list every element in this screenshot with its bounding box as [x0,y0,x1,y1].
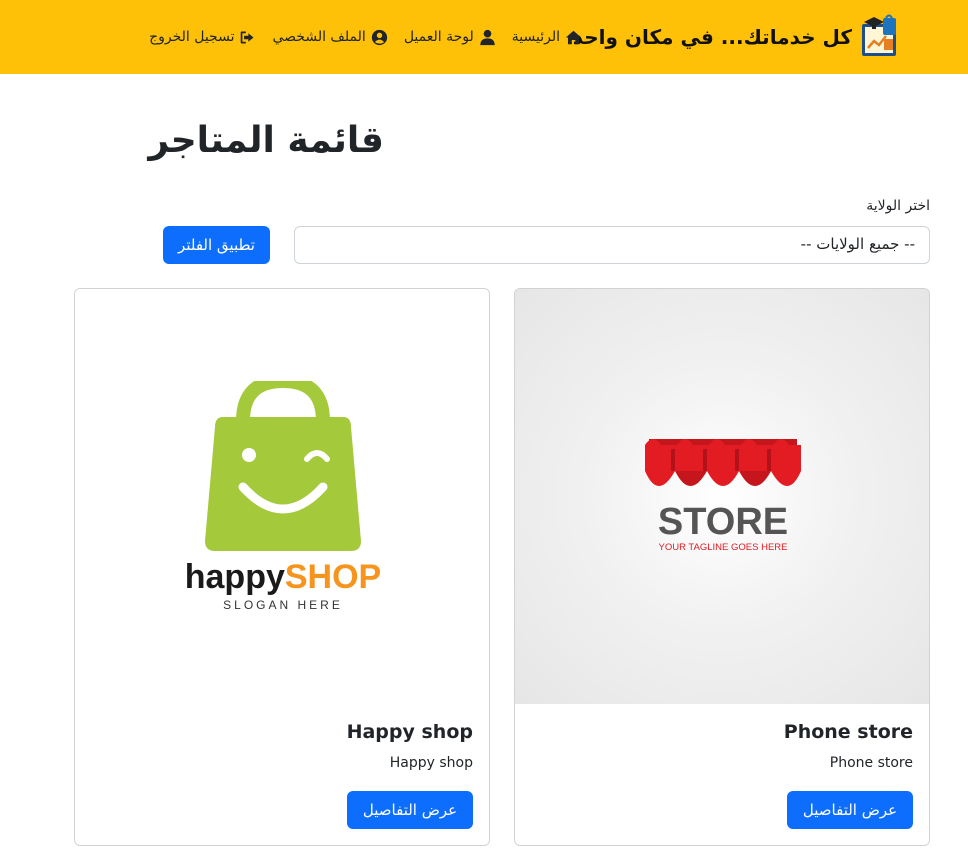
sign-out-icon [241,31,254,43]
store-name: Phone store [783,721,913,743]
user-circle-icon [371,29,387,45]
shopping-bag-icon [205,381,361,551]
brand-title: كل خدماتك... في مكان واحد [572,25,852,49]
nav-link-profile[interactable]: الملف الشخصي [272,29,387,46]
brand[interactable]: كل خدماتك... في مكان واحد [573,14,902,60]
store-image: STORE YOUR TAGLINE GOES HERE [515,289,929,704]
nav-link-logout[interactable]: تسجيل الخروج [149,29,256,46]
happy-shop-logo-slogan: SLOGAN HERE [223,598,343,612]
state-select-value: -- جميع الولايات -- [800,235,915,253]
nav-link-home[interactable]: الرئيسية [512,29,582,46]
store-image: happySHOP SLOGAN HERE [75,289,489,704]
nav-link-label: لوحة العميل [403,29,474,45]
view-details-button[interactable]: عرض التفاصيل [787,791,913,829]
state-select[interactable]: -- جميع الولايات -- [294,226,930,264]
store-logo-text: STORE [658,501,788,543]
user-icon [480,29,495,45]
state-filter-label: اختر الولاية [866,198,930,214]
home-icon [565,30,582,44]
nav-link-label: تسجيل الخروج [149,29,235,45]
store-description: Happy shop [389,755,473,771]
nav-link-client-dashboard[interactable]: لوحة العميل [404,29,496,46]
apply-filter-button[interactable]: تطبيق الفلتر [163,226,270,264]
nav-links: الرئيسية لوحة العميل الملف الشخصي تسجيل … [149,24,582,50]
happy-shop-logo-text: happySHOP [185,558,381,596]
awning-icon [645,439,801,486]
happy-shop-logo-image: happySHOP SLOGAN HERE [185,381,381,612]
view-details-button[interactable]: عرض التفاصيل [347,791,473,829]
store-logo-image: STORE YOUR TAGLINE GOES HERE [645,439,801,553]
store-logo-tagline: YOUR TAGLINE GOES HERE [659,542,788,553]
store-card-happy-shop: happySHOP SLOGAN HERE Happy shop Happy s… [74,288,490,846]
page-title: قائمة المتاجر [148,120,384,161]
brand-logo-icon [862,14,896,56]
store-name: Happy shop [346,721,473,743]
store-card-phone-store: STORE YOUR TAGLINE GOES HERE Phone store… [514,288,930,846]
nav-link-label: الرئيسية [511,29,560,45]
navbar: كل خدماتك... في مكان واحد الرئيسية لوحة … [0,0,968,74]
nav-link-label: الملف الشخصي [272,29,366,45]
store-description: Phone store [829,755,913,771]
